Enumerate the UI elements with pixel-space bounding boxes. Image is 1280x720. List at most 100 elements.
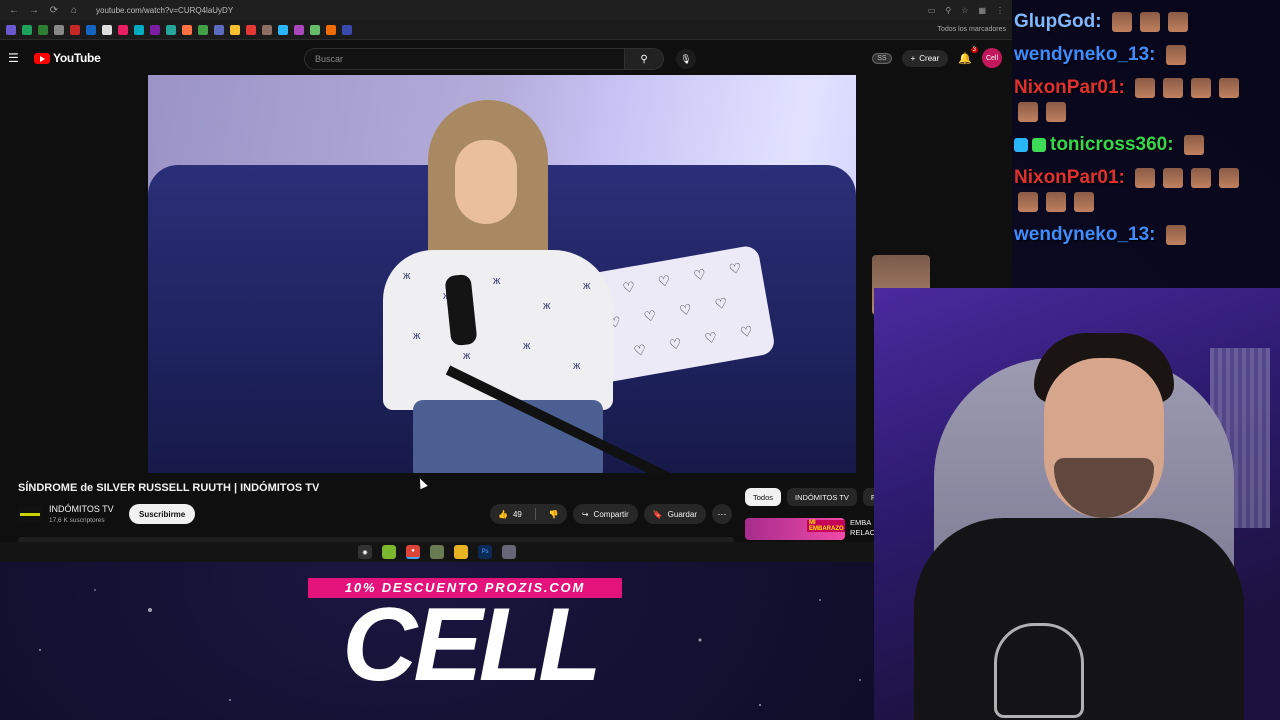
search-icon: ⚲ [640, 53, 648, 65]
share-button[interactable]: ↪ Compartir [572, 504, 638, 524]
video-player[interactable]: ♡♡♡♡♡ ♡♡♡♡ ♡♡♡♡♡ жжжжж жжжж [148, 75, 856, 473]
bookmark-icon[interactable] [22, 24, 32, 35]
folder-icon[interactable] [454, 545, 468, 559]
chat-username: NixonPar01: [1014, 77, 1125, 98]
chat-emote-icon [1134, 78, 1155, 98]
search-button[interactable]: ⚲ [624, 48, 664, 70]
chat-emote-icon [1074, 192, 1094, 212]
more-actions-icon[interactable]: ⋯ [712, 504, 732, 524]
channel-name[interactable]: INDÓMITOS TV [49, 504, 114, 514]
chat-emote-icon [1165, 45, 1186, 65]
back-icon[interactable]: ← [8, 5, 20, 16]
chat-message: NixonPar01: [1014, 166, 1280, 214]
zoom-icon[interactable]: ⚲ [945, 6, 951, 15]
bookmark-icon[interactable] [182, 24, 192, 35]
menu-icon[interactable]: ⋮ [996, 6, 1004, 15]
save-button[interactable]: 🔖 Guardar [643, 504, 706, 524]
bookmark-icon[interactable] [166, 24, 176, 35]
browser-window: ← → ⟳ ⌂ youtube.com/watch?v=CURQ4laUyDY … [0, 0, 1012, 562]
app-icon[interactable] [502, 545, 516, 559]
chat-username: NixonPar01: [1014, 167, 1125, 188]
bookmark-icon[interactable] [54, 24, 64, 35]
bookmark-icon[interactable] [150, 24, 160, 35]
channel-logo[interactable] [18, 506, 42, 522]
ss-badge[interactable]: SS [872, 52, 892, 64]
bookmark-icon[interactable] [326, 24, 336, 35]
bookmark-icon[interactable] [70, 24, 80, 35]
hamburger-menu-icon[interactable]: ☰ [8, 51, 22, 65]
obs-icon[interactable]: ◉ [358, 545, 372, 559]
app-green-icon[interactable] [382, 545, 396, 559]
bookmark-icon[interactable] [310, 24, 320, 35]
subscribe-button[interactable]: Suscribirme [129, 504, 196, 524]
dislike-button[interactable]: 👎 [541, 504, 567, 524]
url-text[interactable]: youtube.com/watch?v=CURQ4laUyDY [88, 6, 920, 15]
chat-message: tonicross360: [1014, 133, 1280, 157]
rec-title-line-1: EMBA [850, 518, 872, 527]
star-icon[interactable]: ☆ [961, 6, 968, 15]
recommended-video-thumbnail[interactable]: MI EMBARAZO [745, 518, 845, 540]
bookmark-icon[interactable] [246, 24, 256, 35]
like-count: 49 [512, 509, 522, 519]
voice-search-icon[interactable]: 🎙 [676, 49, 696, 69]
bookmark-icon: 🔖 [652, 509, 663, 519]
bookmark-icon[interactable] [118, 24, 128, 35]
chat-username: GlupGod: [1014, 11, 1102, 32]
recommendation-chips: Todos INDÓMITOS TV F [745, 488, 884, 506]
rec-title-line-2: RELAC [850, 528, 876, 537]
chat-username: wendyneko_13: [1014, 224, 1156, 245]
chat-message: wendyneko_13: [1014, 43, 1280, 67]
chat-emote-icon [1165, 225, 1186, 245]
youtube-play-icon [34, 52, 50, 64]
bookmark-icon[interactable] [214, 24, 224, 35]
extensions-icon[interactable]: ▦ [978, 6, 986, 15]
search-input[interactable] [304, 48, 624, 70]
bookmark-icon[interactable] [86, 24, 96, 35]
bookmark-icon[interactable] [294, 24, 304, 35]
install-icon[interactable]: ▭ [928, 6, 936, 15]
bookmark-icon[interactable] [278, 24, 288, 35]
bookmark-icon[interactable] [102, 24, 112, 35]
bookmark-icon[interactable] [6, 24, 16, 35]
browser-toolbar-icons: ▭ ⚲ ☆ ▦ ⋮ [928, 6, 1004, 15]
thumbs-up-icon: 👍 [498, 509, 508, 519]
chip-todos[interactable]: Todos [745, 488, 782, 506]
streamer-name-logo: CELL [342, 587, 602, 703]
chat-emote-icon [1046, 102, 1066, 122]
bookmark-icon[interactable] [342, 24, 352, 35]
youtube-logo[interactable]: YouTube [34, 51, 101, 65]
home-icon[interactable]: ⌂ [68, 5, 80, 16]
bookmarks-bar: Todos los marcadores [0, 20, 1012, 40]
photoshop-icon[interactable]: Ps [478, 545, 492, 559]
share-label: Compartir [593, 509, 629, 519]
app-icon[interactable] [430, 545, 444, 559]
chat-emote-icon [1162, 168, 1183, 188]
chrome-icon[interactable]: ● [406, 545, 420, 559]
bookmark-icon[interactable] [134, 24, 144, 35]
like-dislike-group: 👍 49 👎 [490, 504, 567, 524]
all-bookmarks-label[interactable]: Todos los marcadores [938, 26, 1006, 33]
chat-emote-icon [1218, 168, 1239, 188]
plus-icon: + [910, 53, 916, 63]
recommended-video-title[interactable]: EMBA RELAC [850, 518, 875, 538]
like-button[interactable]: 👍 49 [490, 504, 530, 524]
chat-username: tonicross360: [1050, 134, 1174, 155]
create-button[interactable]: + Crear [901, 49, 949, 67]
chat-emote-icon [1190, 168, 1211, 188]
forward-icon[interactable]: → [28, 5, 40, 16]
chat-message: GlupGod: [1014, 10, 1280, 34]
chat-emote-icon [1018, 192, 1038, 212]
chat-overlay: GlupGod: wendyneko_13: NixonPar01: tonicros… [1014, 10, 1280, 256]
bookmark-icon[interactable] [262, 24, 272, 35]
chip-channel[interactable]: INDÓMITOS TV [787, 488, 857, 506]
bookmark-icon[interactable] [38, 24, 48, 35]
notifications-bell-icon[interactable]: 🔔 3 [958, 46, 978, 65]
reload-icon[interactable]: ⟳ [48, 5, 60, 16]
chat-emote-icon [1190, 78, 1211, 98]
account-avatar[interactable]: Cell [982, 48, 1002, 68]
video-actions: 👍 49 👎 ↪ Compartir 🔖 Guardar ⋯ [490, 504, 732, 524]
bookmark-icon[interactable] [230, 24, 240, 35]
bookmark-icon[interactable] [198, 24, 208, 35]
address-bar: ← → ⟳ ⌂ youtube.com/watch?v=CURQ4laUyDY … [0, 0, 1012, 20]
chat-message: NixonPar01: [1014, 76, 1280, 124]
